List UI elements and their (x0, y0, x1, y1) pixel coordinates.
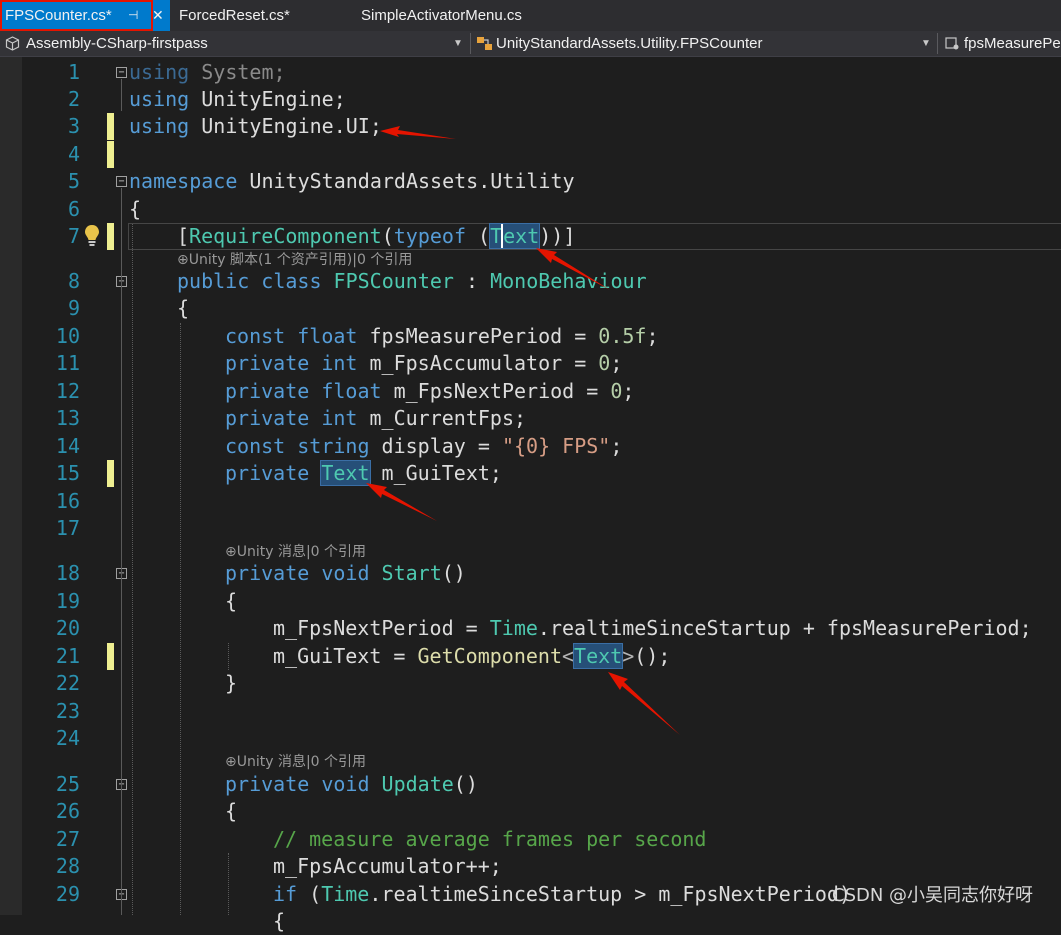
annotation-arrow (536, 248, 610, 290)
annotation-arrows (366, 126, 680, 735)
annotation-arrow (608, 672, 680, 735)
annotation-arrow (380, 126, 456, 139)
watermark: CSDN @小吴同志你好呀 (832, 885, 1034, 906)
annotation-arrow (366, 483, 437, 521)
